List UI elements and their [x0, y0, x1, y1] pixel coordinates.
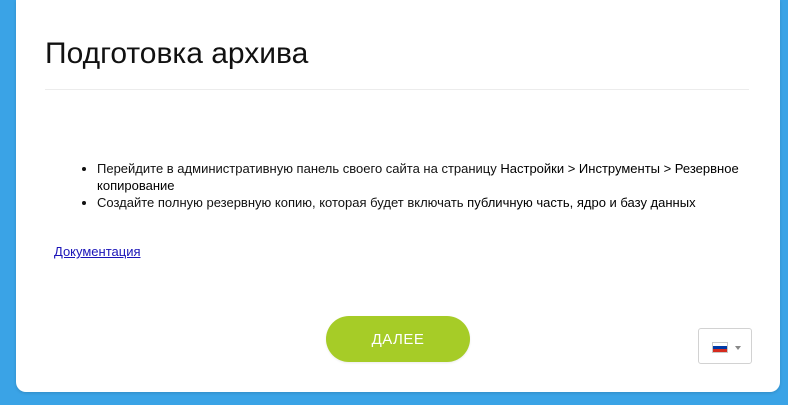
instruction-path-2: публичную часть, ядро и базу данных — [467, 195, 696, 210]
title-divider — [45, 89, 749, 90]
instruction-text-2: Создайте полную резервную копию, которая… — [97, 195, 468, 210]
russia-flag-icon — [712, 342, 728, 353]
page-title: Подготовка архива — [45, 37, 309, 70]
language-select[interactable] — [698, 328, 752, 364]
instruction-text-1: Перейдите в административную панель свое… — [97, 161, 501, 176]
instruction-item-2: Создайте полную резервную копию, которая… — [97, 194, 787, 211]
flag-stripe-red — [713, 349, 727, 352]
instruction-item-1: Перейдите в административную панель свое… — [97, 160, 787, 194]
instructions-list: Перейдите в административную панель свое… — [54, 160, 787, 211]
chevron-down-icon — [735, 346, 741, 350]
next-button[interactable]: ДАЛЕЕ — [326, 316, 470, 362]
main-panel: Подготовка архива Перейдите в администра… — [16, 0, 780, 392]
documentation-link[interactable]: Документация — [54, 243, 141, 260]
